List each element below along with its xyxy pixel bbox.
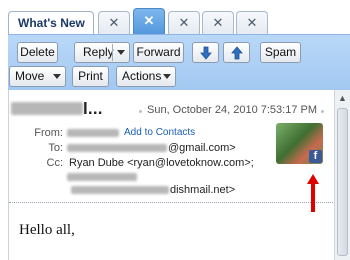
redacted-from-address bbox=[67, 129, 119, 137]
add-to-contacts-link[interactable]: Add to Contacts bbox=[124, 127, 195, 138]
tab-5[interactable]: ✕ bbox=[202, 11, 234, 34]
cc-extra-address: dishmail.net> bbox=[170, 184, 236, 196]
separator-dot bbox=[139, 110, 142, 113]
to-address-visible: @gmail.com> bbox=[168, 142, 236, 154]
delete-button[interactable]: Delete bbox=[17, 42, 58, 63]
chevron-down-icon[interactable] bbox=[117, 50, 125, 55]
arrow-down-icon bbox=[200, 46, 212, 60]
print-button[interactable]: Print bbox=[72, 66, 109, 87]
vertical-scrollbar[interactable]: ▲ bbox=[334, 90, 350, 260]
move-button[interactable]: Move bbox=[9, 66, 66, 87]
from-label: From: bbox=[34, 127, 63, 139]
message-pane: l... Sun, October 24, 2010 7:53:17 PM Fr… bbox=[8, 90, 335, 260]
contact-photo[interactable]: f bbox=[276, 123, 323, 164]
redacted-sender-name bbox=[11, 102, 83, 115]
tab-whats-new-label: What's New bbox=[18, 16, 85, 30]
move-label: Move bbox=[15, 69, 45, 83]
previous-message-button[interactable] bbox=[223, 42, 250, 63]
redacted-to-address bbox=[67, 144, 167, 152]
actions-button[interactable]: Actions bbox=[116, 66, 176, 87]
cc-label: Cc: bbox=[46, 157, 64, 169]
sender-name-visible: l... bbox=[83, 99, 103, 118]
redacted-cc-extra-2 bbox=[71, 186, 169, 194]
tab-6[interactable]: ✕ bbox=[236, 11, 268, 34]
reply-button[interactable]: Reply bbox=[74, 42, 130, 63]
chevron-down-icon bbox=[53, 74, 61, 79]
annotation-arrow-icon bbox=[307, 174, 319, 212]
scroll-up-icon[interactable]: ▲ bbox=[335, 90, 350, 106]
next-message-button[interactable] bbox=[192, 42, 219, 63]
actions-label: Actions bbox=[122, 69, 162, 83]
close-icon[interactable]: ✕ bbox=[134, 13, 164, 29]
close-icon[interactable]: ✕ bbox=[237, 15, 267, 31]
separator-dot bbox=[321, 110, 324, 113]
message-toolbar: Delete Reply Forward Spam Move Print Act… bbox=[8, 34, 350, 90]
facebook-icon: f bbox=[309, 150, 322, 163]
cc-address: Ryan Dube <ryan@lovetoknow.com>; bbox=[69, 157, 254, 169]
tab-whats-new[interactable]: What's New bbox=[8, 11, 94, 34]
chevron-down-icon bbox=[163, 74, 171, 79]
spam-button[interactable]: Spam bbox=[260, 42, 301, 63]
close-icon[interactable]: ✕ bbox=[99, 15, 129, 31]
tab-bar: What's New ✕ ✕ ✕ ✕ ✕ bbox=[0, 0, 350, 35]
close-icon[interactable]: ✕ bbox=[203, 15, 233, 31]
tab-2[interactable]: ✕ bbox=[98, 11, 130, 34]
forward-button[interactable]: Forward bbox=[133, 42, 184, 63]
message-header: l... Sun, October 24, 2010 7:53:17 PM Fr… bbox=[9, 90, 335, 203]
redacted-cc-extra bbox=[67, 173, 137, 181]
reply-label: Reply bbox=[83, 45, 114, 59]
scroll-thumb[interactable] bbox=[337, 108, 348, 256]
message-date: Sun, October 24, 2010 7:53:17 PM bbox=[147, 104, 318, 116]
to-label: To: bbox=[48, 142, 63, 154]
message-body: Hello all, bbox=[19, 222, 75, 238]
close-icon[interactable]: ✕ bbox=[169, 15, 199, 31]
arrow-up-icon bbox=[231, 46, 243, 60]
email-client-window: What's New ✕ ✕ ✕ ✕ ✕ Delete Reply Forwar… bbox=[0, 0, 350, 260]
tab-4[interactable]: ✕ bbox=[168, 11, 200, 34]
tab-3-active[interactable]: ✕ bbox=[133, 8, 165, 35]
